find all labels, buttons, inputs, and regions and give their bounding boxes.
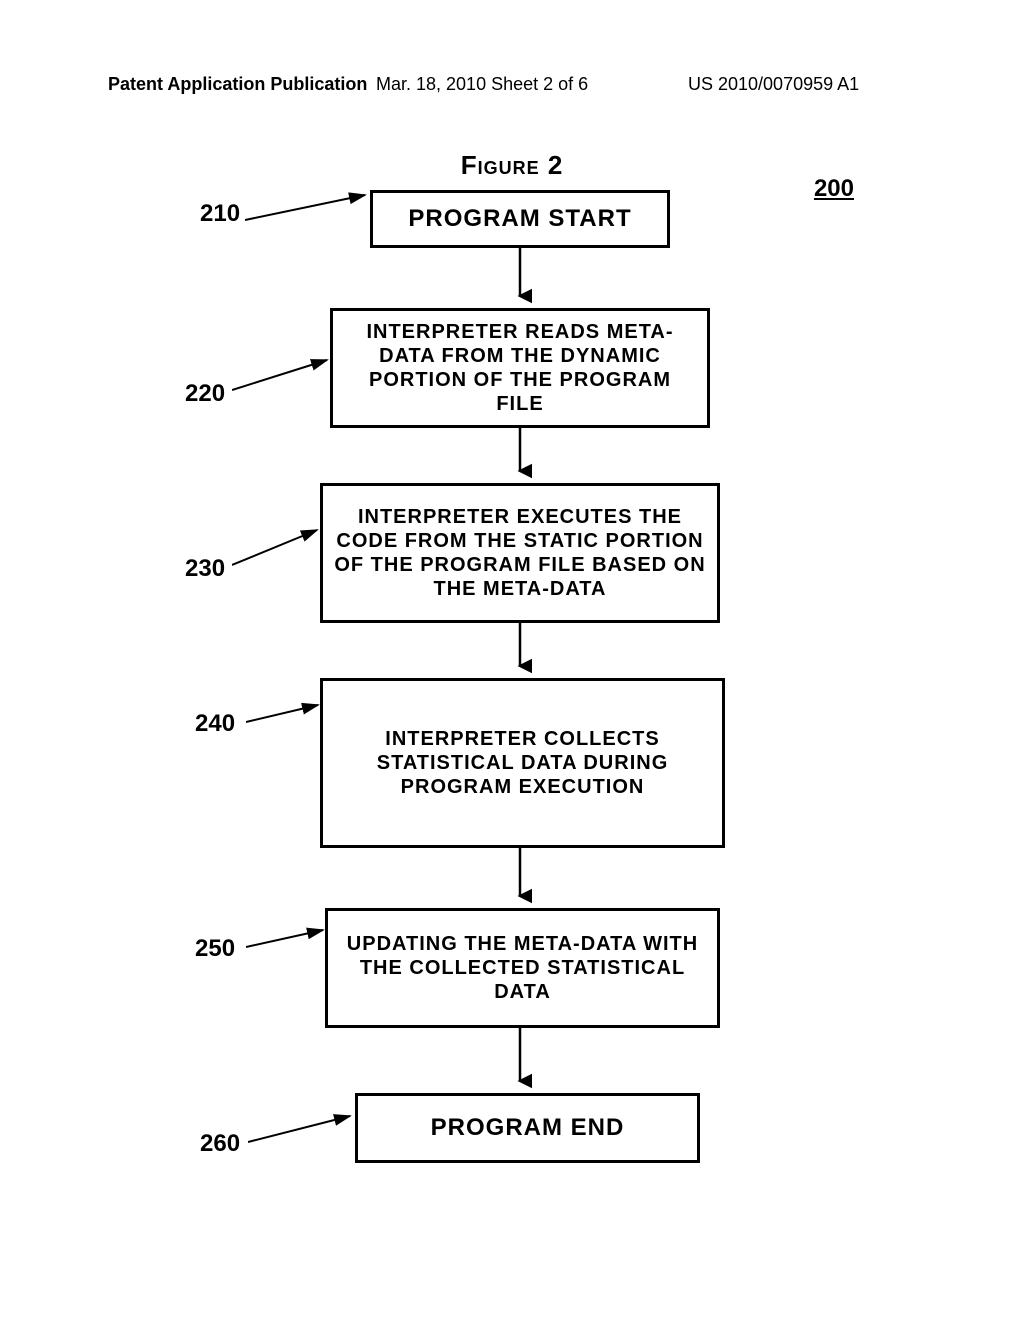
leader-line-240: [246, 700, 326, 730]
figure-title: Figure 2: [0, 150, 1024, 181]
flow-arrow-210-220: [508, 248, 532, 308]
figure-overall-ref: 200: [814, 175, 854, 203]
leader-line-210: [245, 190, 375, 230]
flow-arrow-250-260: [508, 1028, 532, 1093]
ref-230: 230: [185, 555, 225, 583]
ref-240: 240: [195, 710, 235, 738]
flow-box-250-text: UPDATING THE META-DATA WITH THE COLLECTE…: [338, 932, 707, 1004]
flow-box-260: PROGRAM END: [355, 1093, 700, 1163]
ref-210: 210: [200, 200, 240, 228]
leader-line-230: [232, 525, 327, 570]
flow-box-240-text: INTERPRETER COLLECTS STATISTICAL DATA DU…: [333, 727, 712, 799]
header-right: US 2010/0070959 A1: [688, 74, 859, 95]
flow-box-220: INTERPRETER READS META-DATA FROM THE DYN…: [330, 308, 710, 428]
header-left: Patent Application Publication: [108, 74, 367, 95]
flow-arrow-240-250: [508, 848, 532, 908]
flow-box-230: INTERPRETER EXECUTES THE CODE FROM THE S…: [320, 483, 720, 623]
flow-box-230-text: INTERPRETER EXECUTES THE CODE FROM THE S…: [333, 505, 707, 601]
ref-260: 260: [200, 1130, 240, 1158]
leader-line-250: [246, 925, 331, 955]
ref-250: 250: [195, 935, 235, 963]
leader-line-260: [248, 1110, 358, 1150]
leader-line-220: [232, 355, 337, 395]
flow-arrow-220-230: [508, 428, 532, 483]
patent-page: Patent Application Publication Mar. 18, …: [0, 0, 1024, 1320]
ref-220: 220: [185, 380, 225, 408]
flow-box-210: PROGRAM START: [370, 190, 670, 248]
flow-box-250: UPDATING THE META-DATA WITH THE COLLECTE…: [325, 908, 720, 1028]
header-center: Mar. 18, 2010 Sheet 2 of 6: [376, 74, 588, 95]
flow-arrow-230-240: [508, 623, 532, 678]
flow-box-240: INTERPRETER COLLECTS STATISTICAL DATA DU…: [320, 678, 725, 848]
flow-box-220-text: INTERPRETER READS META-DATA FROM THE DYN…: [343, 320, 697, 416]
flow-box-260-text: PROGRAM END: [431, 1114, 625, 1143]
flow-box-210-text: PROGRAM START: [408, 205, 631, 234]
